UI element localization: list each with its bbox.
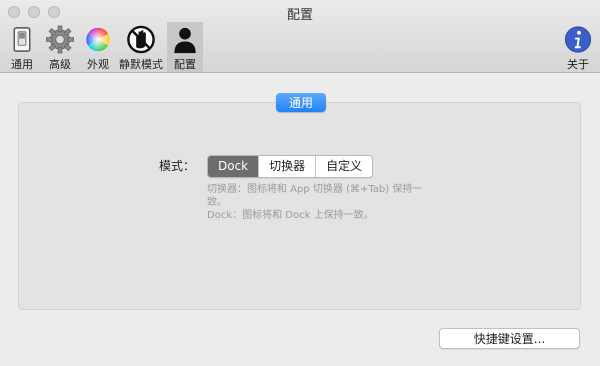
color-wheel-icon	[86, 27, 110, 52]
toolbar-item-appearance[interactable]: 外观	[80, 22, 116, 72]
description-dock: Dock：图标将和 Dock 上保持一致。	[207, 210, 374, 221]
mode-option-dock[interactable]: Dock	[208, 156, 259, 177]
mode-description: 切换器：图标将和 App 切换器 (⌘+Tab) 保持一致。 Dock：图标将和…	[207, 183, 432, 222]
info-icon	[564, 26, 592, 53]
description-switcher: 切换器：图标将和 App 切换器 (⌘+Tab) 保持一致。	[207, 184, 423, 208]
toolbar-item-about[interactable]: 关于	[560, 22, 596, 72]
toolbar: 配置 通用 高级 外观 静默模式 配置 关于	[0, 0, 600, 73]
toolbar-label: 静默模式	[119, 58, 163, 71]
toolbar-label: 外观	[87, 58, 109, 71]
person-silhouette-icon	[174, 27, 196, 54]
mode-option-custom[interactable]: 自定义	[315, 156, 372, 177]
toolbar-item-config[interactable]: 配置	[167, 22, 203, 72]
shortcut-settings-button[interactable]: 快捷键设置...	[439, 328, 580, 349]
mode-segmented-control: Dock 切换器 自定义	[207, 155, 374, 178]
toolbar-label: 通用	[11, 58, 33, 71]
mode-option-switcher[interactable]: 切换器	[258, 156, 315, 177]
window-title: 配置	[286, 8, 313, 23]
gear-icon	[46, 25, 74, 54]
toolbar-label: 配置	[174, 58, 196, 71]
tab-general[interactable]: 通用	[276, 93, 326, 112]
mode-label: 模式：	[159, 159, 196, 173]
switch-icon	[13, 27, 31, 52]
toolbar-label: 高级	[49, 58, 71, 71]
toolbar-label: 关于	[567, 58, 589, 71]
toolbar-item-advanced[interactable]: 高级	[42, 22, 78, 72]
toolbar-item-silent-mode[interactable]: 静默模式	[116, 22, 166, 72]
no-hand-icon	[127, 25, 155, 54]
toolbar-item-general[interactable]: 通用	[4, 22, 40, 72]
